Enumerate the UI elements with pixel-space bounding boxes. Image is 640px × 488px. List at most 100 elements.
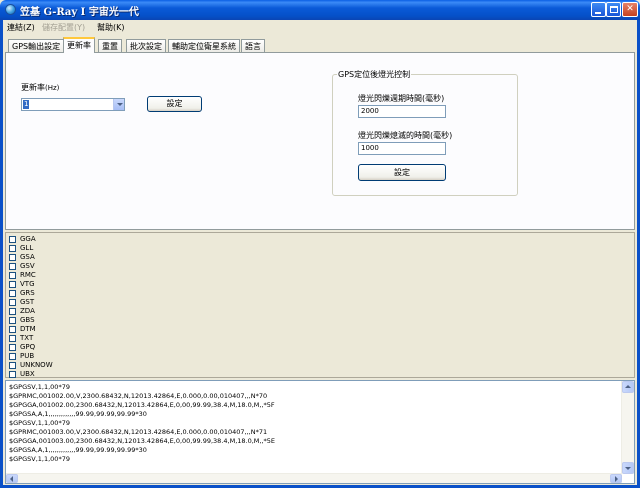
checkbox-icon[interactable]: [9, 344, 16, 351]
sentence-checkbox-vtg[interactable]: VTG: [9, 280, 35, 289]
menu-help[interactable]: 幫助(K): [97, 22, 125, 33]
checkbox-icon[interactable]: [9, 335, 16, 342]
sentence-label: TXT: [20, 334, 34, 342]
sentence-checkbox-pub[interactable]: PUB: [9, 352, 34, 361]
nmea-log-output[interactable]: $GPGSV,1,1,00*79 $GPRMC,001002.00,V,2300…: [5, 380, 635, 484]
blink-period-input[interactable]: 2000: [358, 105, 446, 118]
app-globe-icon: [5, 4, 16, 15]
led-blink-group: GPS定位後燈光控制 燈光閃爍週期時間(毫秒) 2000 燈光閃爍熄滅的時間(毫…: [332, 69, 518, 196]
log-line: $GPRMC,001002.00,V,2300.68432,N,12013.42…: [9, 392, 268, 400]
sentence-label: RMC: [20, 271, 36, 279]
scroll-left-arrow-icon[interactable]: [6, 474, 18, 483]
sentence-label: GPQ: [20, 343, 36, 351]
sentence-label: GSA: [20, 253, 35, 261]
window-frame-left: [0, 20, 3, 488]
led-blink-group-title: GPS定位後燈光控制: [337, 69, 412, 80]
sentence-checkbox-rmc[interactable]: RMC: [9, 271, 36, 280]
sentence-checkbox-grs[interactable]: GRS: [9, 289, 35, 298]
set-blink-button[interactable]: 設定: [358, 164, 446, 181]
tab-gps-output[interactable]: GPS輸出設定: [8, 39, 65, 52]
sentence-label: GRS: [20, 289, 35, 297]
sentence-label: GBS: [20, 316, 35, 324]
sentence-checkbox-gsa[interactable]: GSA: [9, 253, 35, 262]
set-update-rate-button[interactable]: 設定: [147, 96, 202, 112]
tab-assisted-gnss[interactable]: 輔助定位衛星系統: [168, 39, 240, 52]
blink-off-time-label: 燈光閃爍熄滅的時間(毫秒): [358, 131, 453, 140]
log-line: $GPGSV,1,1,00*79: [9, 383, 70, 391]
update-rate-text: 更新率: [21, 83, 45, 92]
log-line: $GPGSV,1,1,00*79: [9, 419, 70, 427]
checkbox-icon[interactable]: [9, 308, 16, 315]
update-rate-panel: 更新率(Hz) 1 設定 GPS定位後燈光控制 燈光閃爍週期時間(毫秒) 200…: [5, 52, 635, 230]
sentence-label: GST: [20, 298, 35, 306]
sentence-checkbox-gst[interactable]: GST: [9, 298, 34, 307]
maximize-icon: [610, 6, 618, 13]
sentence-label: DTM: [20, 325, 36, 333]
title-bar[interactable]: 笠基 G-Ray I 宇宙光一代 ✕: [0, 0, 640, 20]
checkbox-icon[interactable]: [9, 317, 16, 324]
menu-save-config[interactable]: 儲存配置(Y): [42, 22, 85, 33]
sentence-checkbox-gga[interactable]: GGA: [9, 235, 36, 244]
checkbox-icon[interactable]: [9, 236, 16, 243]
sentence-checkbox-zda[interactable]: ZDA: [9, 307, 35, 316]
sentence-label: GGA: [20, 235, 36, 243]
sentence-label: VTG: [20, 280, 35, 288]
maximize-button[interactable]: [606, 2, 621, 17]
update-rate-selected-value: 1: [23, 100, 30, 109]
checkbox-icon[interactable]: [9, 299, 16, 306]
log-vertical-scrollbar[interactable]: [621, 381, 634, 474]
log-horizontal-scrollbar[interactable]: [6, 473, 622, 483]
sentence-checkbox-gbs[interactable]: GBS: [9, 316, 35, 325]
update-rate-unit: (Hz): [45, 84, 60, 92]
sentence-checkbox-ubx[interactable]: UBX: [9, 370, 35, 379]
log-line: $GPGSA,A,1,,,,,,,,,,,,,99.99,99.99,99.99…: [9, 410, 147, 418]
checkbox-icon[interactable]: [9, 272, 16, 279]
sentence-label: ZDA: [20, 307, 35, 315]
tab-language[interactable]: 語言: [241, 39, 265, 52]
log-line: $GPGGA,001002.00,2300.68432,N,12013.4286…: [9, 401, 275, 409]
checkbox-icon[interactable]: [9, 263, 16, 270]
scroll-right-arrow-icon[interactable]: [610, 474, 622, 483]
tab-batch-settings[interactable]: 批次設定: [126, 39, 166, 52]
chevron-down-icon[interactable]: [113, 99, 124, 110]
blink-period-label: 燈光閃爍週期時間(毫秒): [358, 94, 445, 103]
tab-reset[interactable]: 重置: [98, 39, 122, 52]
log-line: $GPRMC,001003.00,V,2300.68432,N,12013.42…: [9, 428, 268, 436]
log-line: $GPGSV,1,1,00*79: [9, 455, 70, 463]
checkbox-icon[interactable]: [9, 245, 16, 252]
scroll-down-arrow-icon[interactable]: [622, 462, 634, 474]
checkbox-icon[interactable]: [9, 326, 16, 333]
nmea-sentence-list: GGA GLL GSA GSV RMC VTG GRS GST ZDA GBS …: [5, 232, 635, 378]
sentence-checkbox-unknow[interactable]: UNKNOW: [9, 361, 53, 370]
sentence-label: GLL: [20, 244, 34, 252]
checkbox-icon[interactable]: [9, 254, 16, 261]
sentence-checkbox-gpq[interactable]: GPQ: [9, 343, 35, 352]
update-rate-select[interactable]: 1: [21, 98, 125, 111]
checkbox-icon[interactable]: [9, 353, 16, 360]
sentence-checkbox-gll[interactable]: GLL: [9, 244, 33, 253]
close-icon: ✕: [626, 4, 634, 14]
update-rate-label: 更新率(Hz): [21, 82, 59, 93]
tab-strip: GPS輸出設定 更新率 重置 批次設定 輔助定位衛星系統 語言: [3, 36, 637, 53]
sentence-label: UNKNOW: [20, 361, 53, 369]
minimize-button[interactable]: [591, 2, 606, 17]
tab-update-rate[interactable]: 更新率: [63, 37, 95, 53]
checkbox-icon[interactable]: [9, 362, 16, 369]
sentence-checkbox-dtm[interactable]: DTM: [9, 325, 36, 334]
minimize-icon: [595, 12, 601, 14]
close-button[interactable]: ✕: [622, 2, 638, 17]
checkbox-icon[interactable]: [9, 371, 16, 378]
sentence-label: GSV: [20, 262, 35, 270]
sentence-checkbox-txt[interactable]: TXT: [9, 334, 33, 343]
sentence-checkbox-gsv[interactable]: GSV: [9, 262, 35, 271]
log-line: $GPGSA,A,1,,,,,,,,,,,,,99.99,99.99,99.99…: [9, 446, 147, 454]
scroll-up-arrow-icon[interactable]: [622, 381, 634, 393]
window-title: 笠基 G-Ray I 宇宙光一代: [20, 7, 139, 18]
sentence-label: PUB: [20, 352, 35, 360]
menu-connect[interactable]: 連結(Z): [7, 22, 35, 33]
checkbox-icon[interactable]: [9, 290, 16, 297]
blink-off-time-input[interactable]: 1000: [358, 142, 446, 155]
menu-bar: 連結(Z) 儲存配置(Y) 幫助(K): [3, 20, 637, 34]
log-line: $GPGGA,001003.00,2300.68432,N,12013.4286…: [9, 437, 276, 445]
checkbox-icon[interactable]: [9, 281, 16, 288]
